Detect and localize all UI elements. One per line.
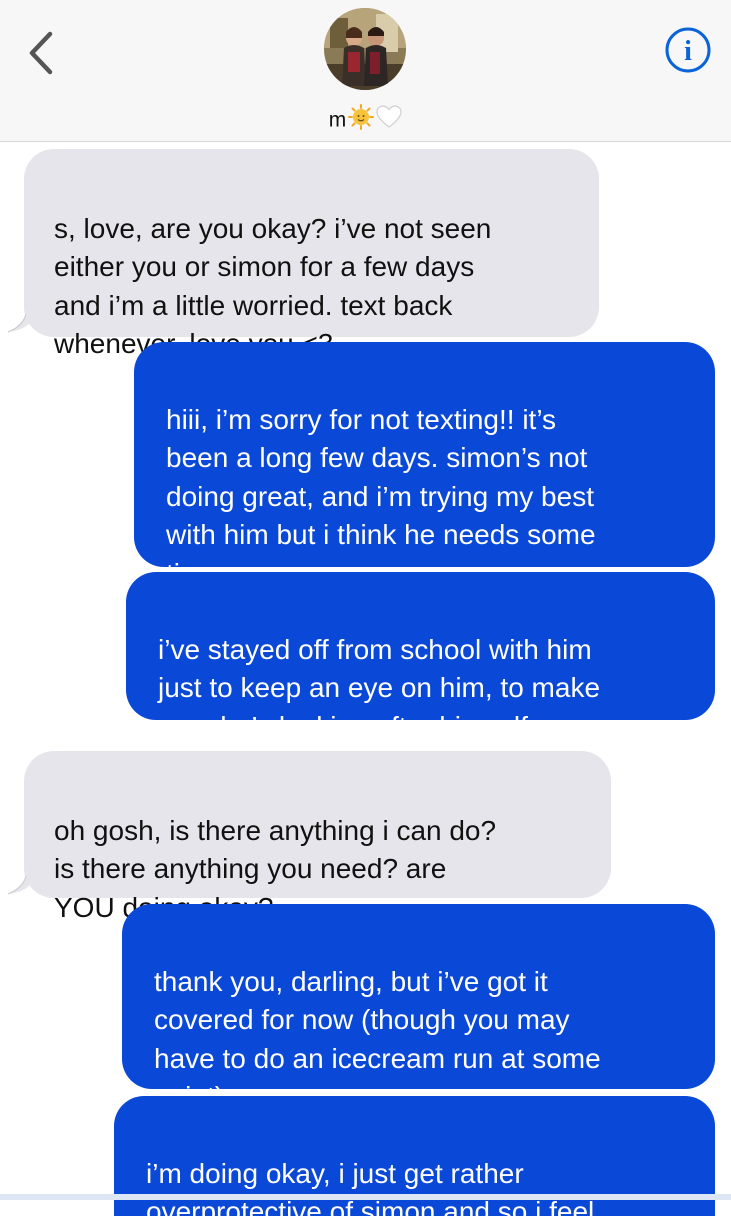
contact-name-row[interactable]: m [0,104,731,132]
message-bubble-sent[interactable]: hiii, i’m sorry for not texting!! it’s b… [134,342,715,589]
info-circle-icon: i [665,27,711,73]
info-button[interactable]: i [664,26,712,74]
bubble-tail [7,872,36,895]
conversation-header: m i [0,0,731,142]
contact-avatar[interactable] [324,8,406,90]
message-bubble-sent[interactable]: thank you, darling, but i’ve got it cove… [122,904,715,1112]
message-text: i’m doing okay, i just get rather overpr… [146,1157,595,1228]
back-button[interactable] [22,28,62,78]
message-text: thank you, darling, but i’ve got it cove… [154,965,601,1113]
message-bubble-received[interactable]: s, love, are you okay? i’ve not seen eit… [24,149,599,359]
white-heart-emoji [376,105,402,137]
avatar-photo [324,8,406,90]
sun-with-face-emoji [348,104,375,138]
message-bubble-received[interactable]: oh gosh, is there anything i can do? is … [24,751,611,923]
contact-name: m [328,108,347,132]
message-bubble-sent[interactable]: i’ve stayed off from school with him jus… [126,572,715,742]
bubble-tail [7,310,36,333]
bottom-edge [0,1194,731,1200]
message-text: i’ve stayed off from school with him jus… [158,633,601,742]
chevron-left-icon [29,31,53,75]
message-thread[interactable]: s, love, are you okay? i’ve not seen eit… [0,142,731,1227]
svg-text:i: i [684,36,692,67]
message-text: hiii, i’m sorry for not texting!! it’s b… [166,403,596,589]
message-text: s, love, are you okay? i’ve not seen eit… [54,212,492,360]
